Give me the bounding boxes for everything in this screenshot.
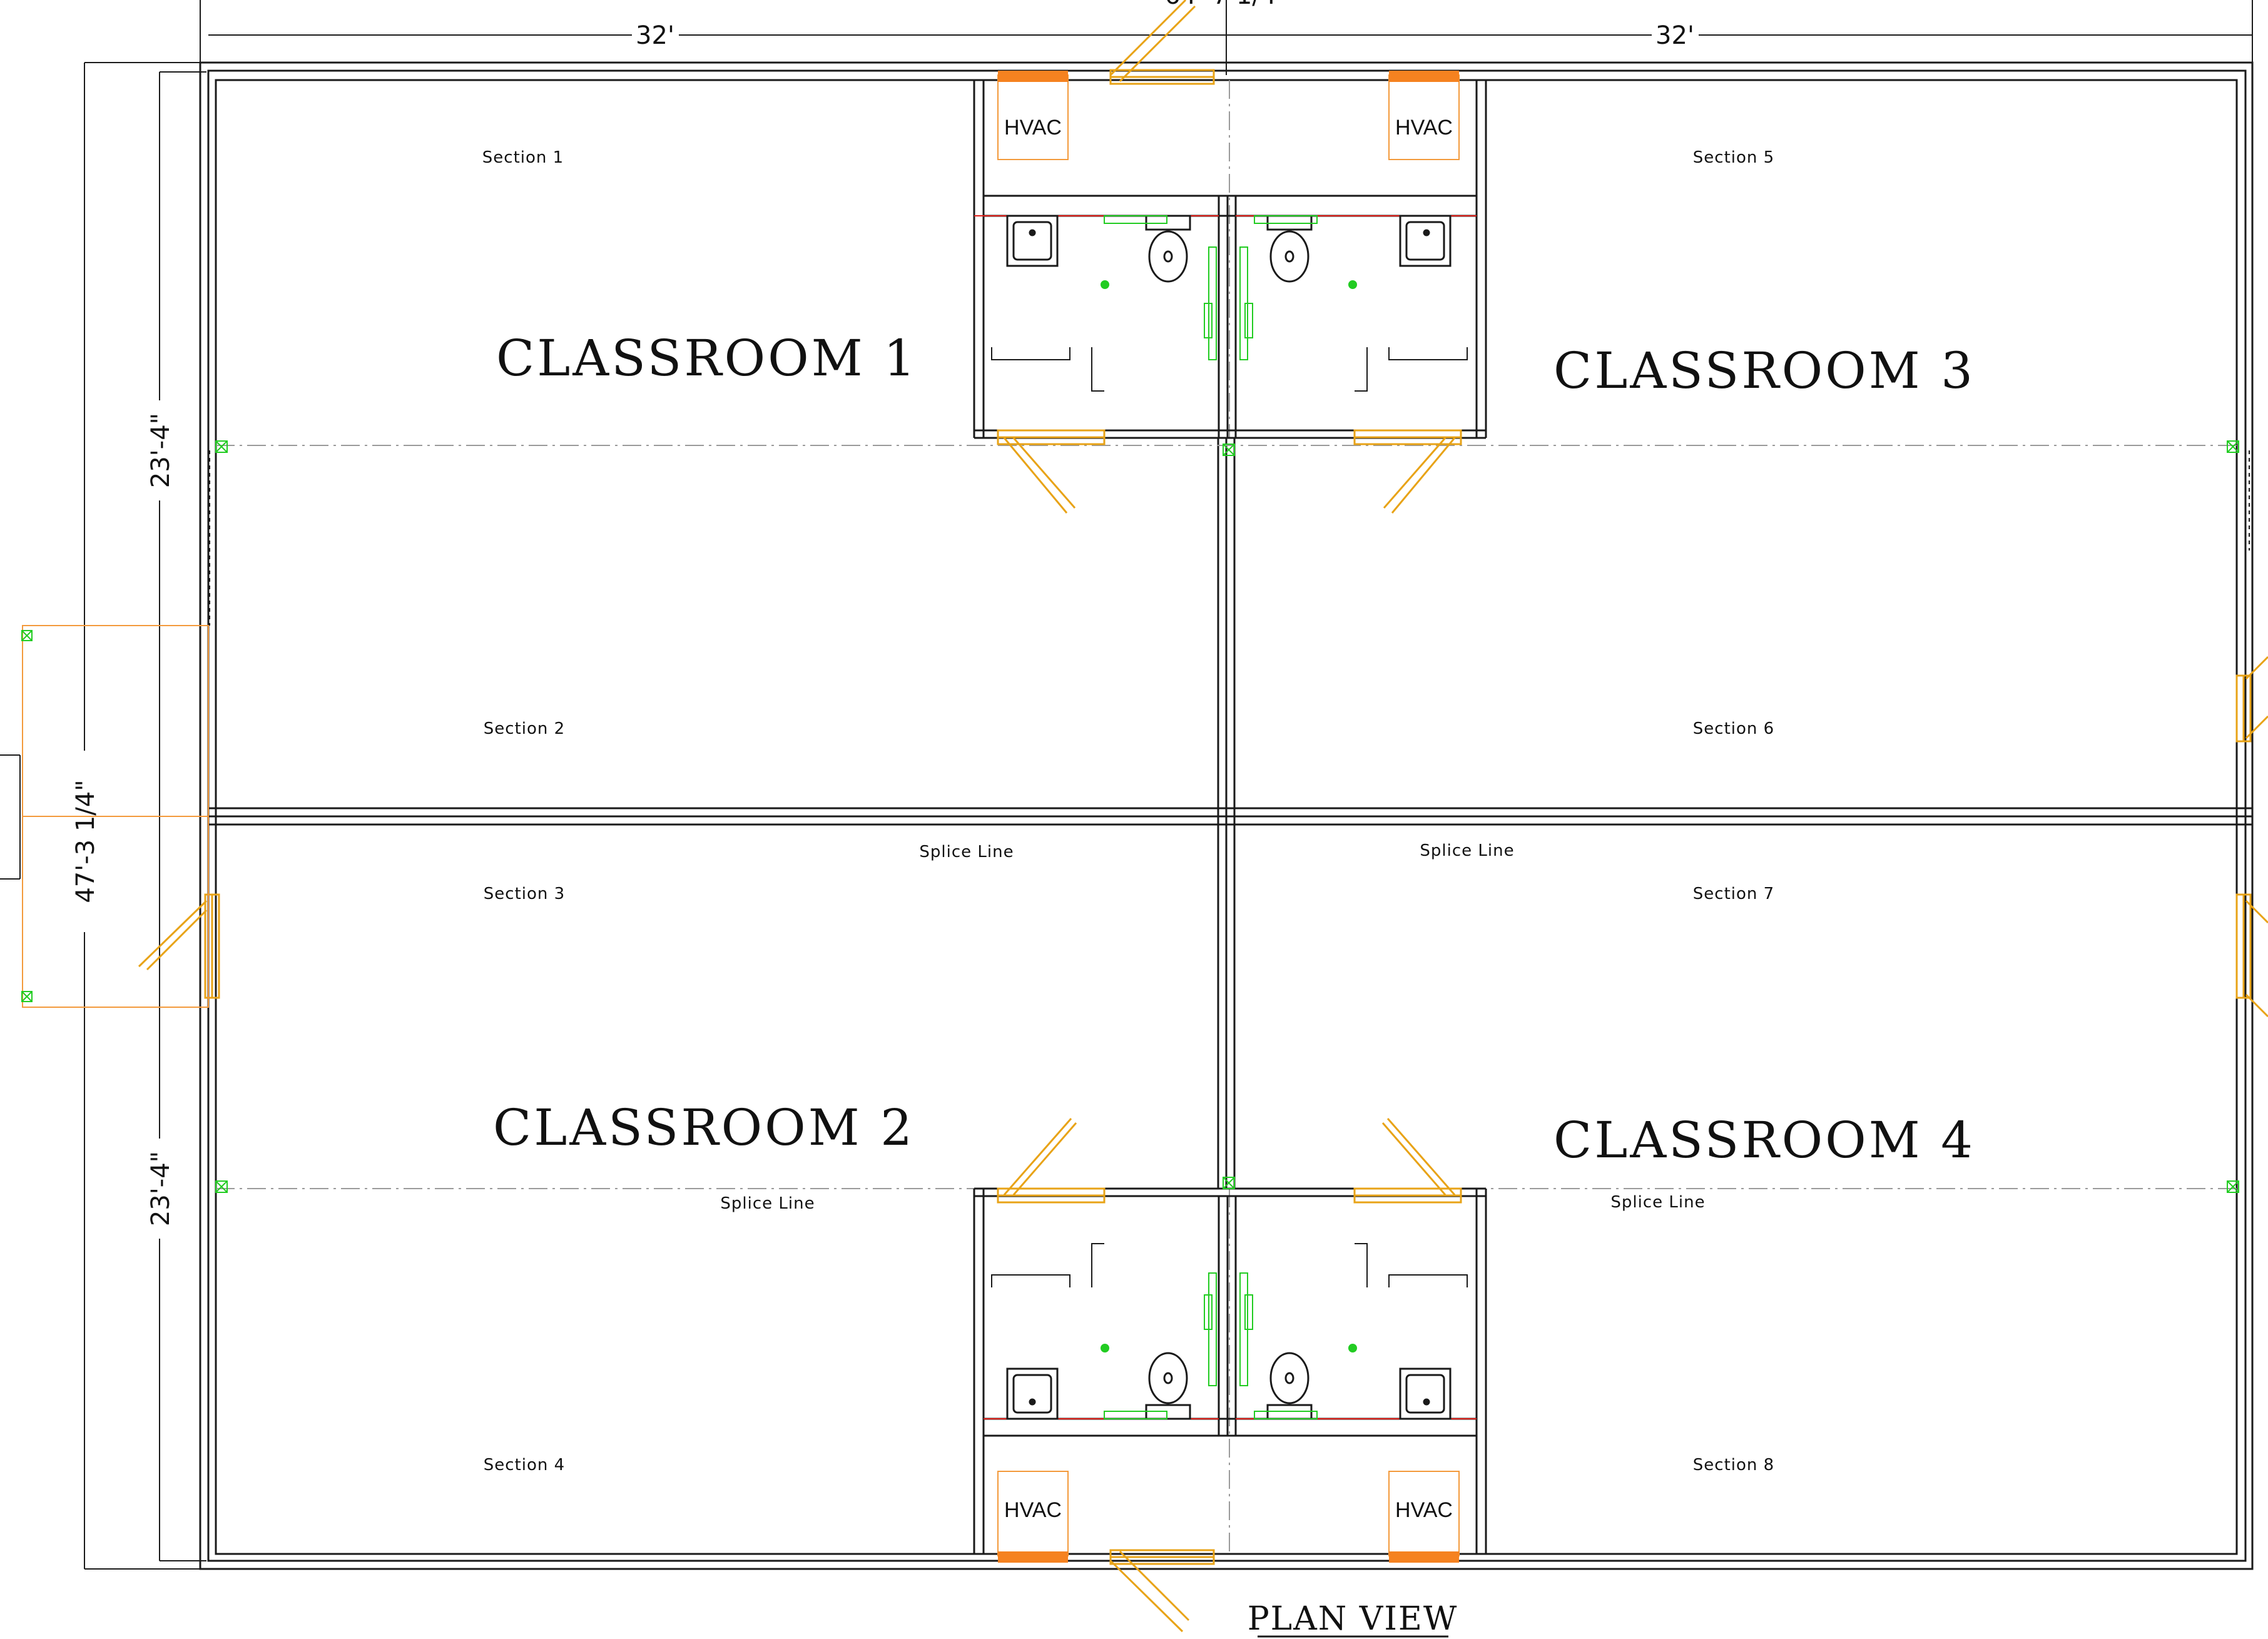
- section-label: Section 2: [484, 719, 565, 738]
- center-vertical-wall: [1217, 438, 1236, 1189]
- door-icon: [1109, 1549, 1215, 1633]
- dim-top-left: 32': [636, 21, 674, 50]
- hvac-label: HVAC: [1004, 1498, 1062, 1522]
- plan-view-drawing: 64'-7 1/4" 32' 32' 47'-3 1/4" 23'-4" 23'…: [0, 0, 2268, 1638]
- floor-drain-icon: [1348, 280, 1357, 289]
- sink-icon: [1006, 215, 1059, 267]
- floor-drain-icon: [1348, 1344, 1357, 1352]
- room-label-classroom-1: CLASSROOM 1: [496, 329, 918, 387]
- dim-left-overall: 47'-3 1/4": [71, 779, 100, 903]
- section-label: Section 3: [484, 885, 565, 903]
- dim-left-upper: 23'-4": [146, 413, 175, 488]
- toilet-icon: [1266, 215, 1313, 283]
- door-icon: [1353, 1118, 1462, 1204]
- section-label: Section 5: [1693, 148, 1774, 167]
- room-label-classroom-2: CLASSROOM 2: [493, 1099, 915, 1157]
- section-label: Section 7: [1693, 885, 1774, 903]
- center-horizontal-wall: [208, 807, 2252, 826]
- grab-bar-icon: [1239, 1272, 1318, 1419]
- sink-icon: [1006, 1368, 1059, 1420]
- section-label: Section 8: [1693, 1456, 1774, 1474]
- room-label-classroom-4: CLASSROOM 4: [1554, 1111, 1975, 1169]
- splice-line-label: Splice Line: [919, 843, 1014, 861]
- door-icon: [997, 1118, 1106, 1204]
- door-icon: [997, 429, 1106, 514]
- section-label: Section 1: [482, 148, 564, 167]
- section-label: Section 6: [1693, 719, 1774, 738]
- room-label-classroom-3: CLASSROOM 3: [1554, 342, 1975, 400]
- toilet-icon: [1266, 1352, 1313, 1420]
- splice-line-label: Splice Line: [720, 1194, 815, 1213]
- grab-bar-icon: [1104, 215, 1217, 360]
- floor-drain-icon: [1101, 280, 1109, 289]
- dim-top-right: 32': [1655, 21, 1694, 50]
- splice-line-label: Splice Line: [1610, 1193, 1705, 1212]
- splice-line-label: Splice Line: [1420, 841, 1514, 860]
- toilet-icon: [1145, 215, 1191, 283]
- dimension-lines: [0, 0, 2253, 1570]
- dim-left-lower: 23'-4": [146, 1151, 175, 1226]
- drawing-title: PLAN VIEW: [1248, 1600, 1458, 1638]
- sink-icon: [1399, 1368, 1452, 1420]
- toilet-icon: [1145, 1352, 1191, 1420]
- sink-icon: [1399, 215, 1452, 267]
- hvac-label: HVAC: [1395, 1498, 1453, 1522]
- hvac-label: HVAC: [1395, 116, 1453, 140]
- floor-drain-icon: [1101, 1344, 1109, 1352]
- dimension-labels: 64'-7 1/4" 32' 32' 47'-3 1/4" 23'-4" 23'…: [71, 0, 1694, 1226]
- door-icon: [1353, 429, 1462, 514]
- section-label: Section 4: [484, 1456, 565, 1474]
- grab-bar-icon: [1104, 1272, 1217, 1419]
- exterior-landing: [22, 625, 209, 1008]
- hvac-label: HVAC: [1004, 116, 1062, 140]
- door-icon: [138, 893, 220, 999]
